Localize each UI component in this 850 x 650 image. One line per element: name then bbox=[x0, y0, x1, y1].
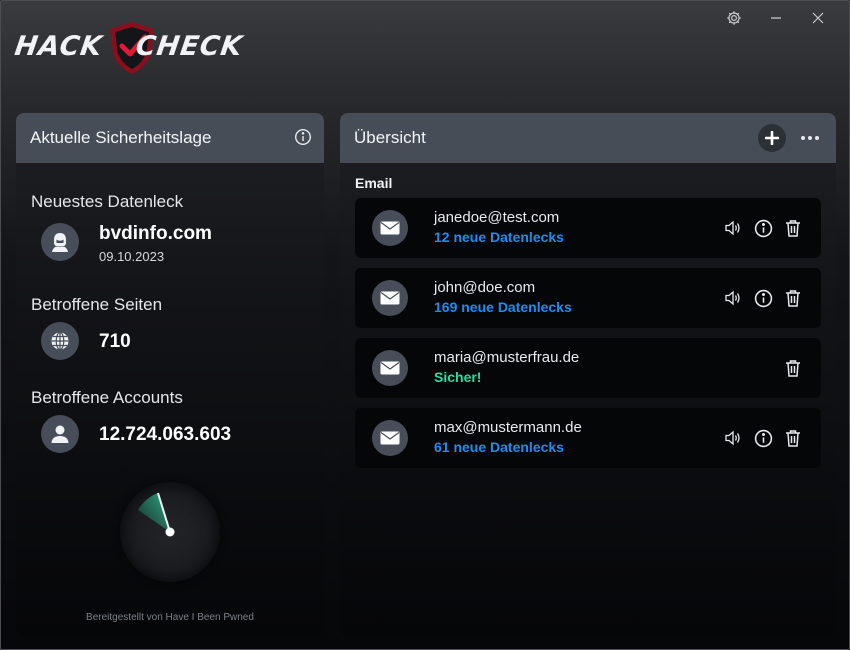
affected-accounts-label: Betroffene Accounts bbox=[31, 388, 183, 407]
affected-accounts-value: 12.724.063.603 bbox=[99, 424, 232, 445]
email-address: john@doe.com bbox=[434, 279, 536, 296]
email-card[interactable]: john@doe.com 169 neue Datenlecks bbox=[355, 268, 821, 328]
email-status: 169 neue Datenlecks bbox=[434, 299, 572, 315]
speaker-icon[interactable] bbox=[723, 217, 743, 239]
email-card[interactable]: max@mustermann.de 61 neue Datenlecks bbox=[355, 408, 821, 468]
email-card[interactable]: maria@musterfrau.de Sicher! bbox=[355, 338, 821, 398]
info-icon[interactable] bbox=[294, 128, 312, 151]
email-address: maria@musterfrau.de bbox=[434, 349, 580, 366]
latest-breach-name: bvdinfo.com bbox=[99, 223, 212, 244]
panel-header: Aktuelle Sicherheitslage bbox=[16, 113, 324, 163]
window-controls bbox=[713, 7, 839, 29]
data-source-note: Bereitgestellt von Have I Been Pwned bbox=[86, 612, 254, 623]
card-actions bbox=[723, 217, 803, 239]
logo-text-right: CHECK bbox=[133, 31, 245, 62]
more-options-button[interactable] bbox=[796, 124, 824, 152]
panel-header: Übersicht bbox=[340, 113, 836, 163]
more-icon bbox=[801, 136, 819, 140]
gear-icon[interactable] bbox=[713, 7, 755, 29]
info-icon[interactable] bbox=[753, 287, 773, 309]
email-address: janedoe@test.com bbox=[434, 209, 560, 226]
email-group-label: Email bbox=[355, 175, 393, 191]
hacker-icon bbox=[41, 223, 79, 261]
speaker-icon[interactable] bbox=[723, 427, 743, 449]
plus-icon bbox=[765, 131, 779, 145]
panel-title: Übersicht bbox=[354, 128, 426, 147]
add-button[interactable] bbox=[758, 124, 786, 152]
trash-icon[interactable] bbox=[783, 427, 803, 449]
email-status: 61 neue Datenlecks bbox=[434, 439, 564, 455]
app-logo: HACK CHECK bbox=[12, 17, 260, 75]
trash-icon[interactable] bbox=[783, 357, 803, 379]
info-icon[interactable] bbox=[753, 427, 773, 449]
close-icon[interactable] bbox=[797, 7, 839, 29]
overview-panel: Übersicht Email janedoe@test.com 12 neue… bbox=[340, 113, 836, 636]
card-actions bbox=[723, 427, 803, 449]
email-card[interactable]: janedoe@test.com 12 neue Datenlecks bbox=[355, 198, 821, 258]
minimize-icon[interactable] bbox=[755, 7, 797, 29]
user-icon bbox=[41, 415, 79, 453]
logo-text-left: HACK bbox=[12, 31, 105, 62]
latest-breach-date: 09.10.2023 bbox=[99, 249, 165, 264]
app-window: HACK CHECK Aktuelle Sicherheitslage Neue… bbox=[0, 0, 850, 650]
envelope-icon bbox=[372, 350, 408, 386]
envelope-icon bbox=[372, 420, 408, 456]
envelope-icon bbox=[372, 210, 408, 246]
email-status: 12 neue Datenlecks bbox=[434, 229, 564, 245]
header-actions bbox=[758, 124, 824, 152]
email-status: Sicher! bbox=[434, 369, 482, 385]
card-actions bbox=[723, 287, 803, 309]
envelope-icon bbox=[372, 280, 408, 316]
trash-icon[interactable] bbox=[783, 287, 803, 309]
affected-sites-label: Betroffene Seiten bbox=[31, 295, 163, 314]
email-address: max@mustermann.de bbox=[434, 419, 582, 436]
panel-title: Aktuelle Sicherheitslage bbox=[30, 128, 212, 147]
affected-sites-value: 710 bbox=[99, 331, 131, 352]
card-actions bbox=[783, 357, 803, 379]
latest-breach-label: Neuestes Datenleck bbox=[31, 192, 184, 211]
globe-icon bbox=[41, 322, 79, 360]
speaker-icon[interactable] bbox=[723, 287, 743, 309]
trash-icon[interactable] bbox=[783, 217, 803, 239]
info-icon[interactable] bbox=[753, 217, 773, 239]
security-status-panel: Aktuelle Sicherheitslage Neuestes Datenl… bbox=[16, 113, 324, 636]
radar-scanner bbox=[120, 482, 220, 582]
